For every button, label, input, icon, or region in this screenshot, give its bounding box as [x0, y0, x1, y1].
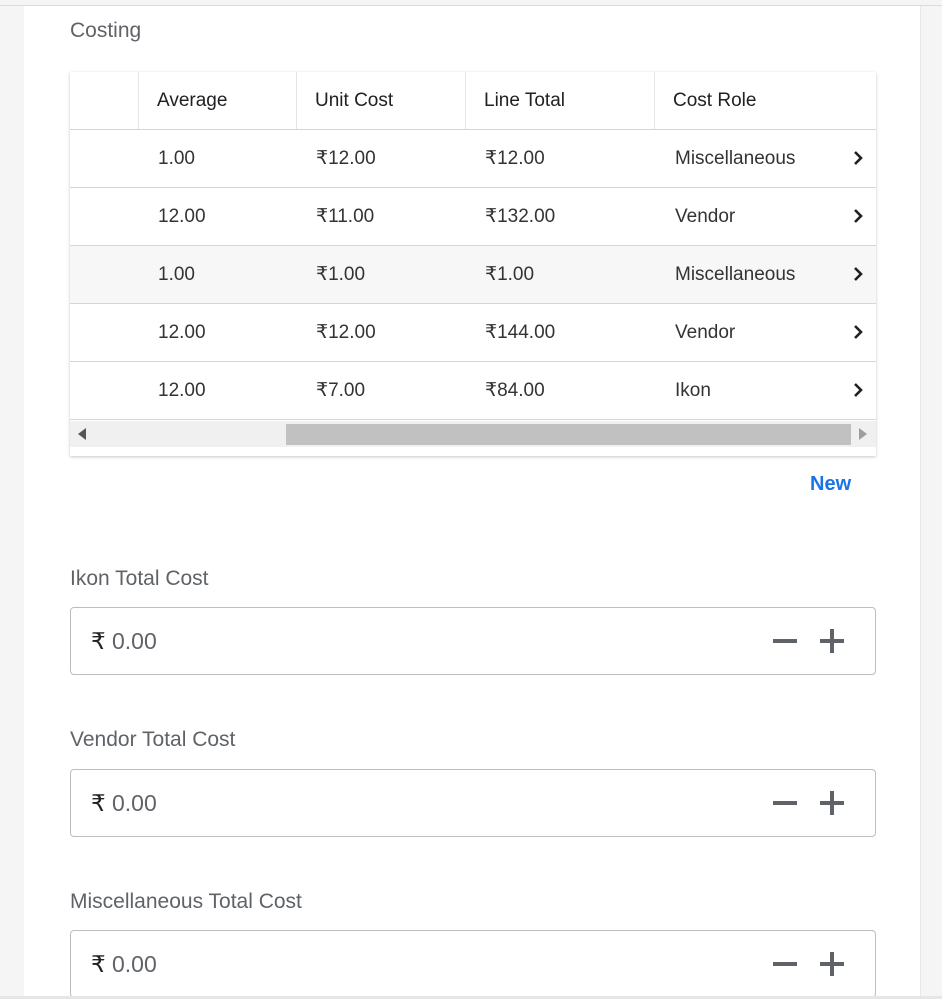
cell-average: 12.00: [158, 206, 206, 227]
scroll-left-arrow-icon[interactable]: [78, 428, 86, 440]
minus-icon[interactable]: [761, 948, 809, 980]
column-divider: [138, 72, 139, 129]
scrollbar-thumb[interactable]: [286, 424, 851, 445]
column-header-unit-cost[interactable]: Unit Cost: [315, 72, 393, 129]
vendor-total-cost-field[interactable]: ₹ 0.00: [70, 769, 876, 837]
plus-icon[interactable]: [811, 625, 853, 657]
cell-cost-role: Ikon: [675, 380, 711, 401]
cell-unit-cost: ₹1.00: [316, 264, 366, 285]
right-divider: [920, 6, 921, 999]
cell-cost-role: Vendor: [675, 322, 736, 343]
ikon-total-cost-field[interactable]: ₹ 0.00: [70, 607, 876, 675]
column-divider: [465, 72, 466, 129]
column-header-average[interactable]: Average: [157, 72, 227, 129]
cell-cost-role: Vendor: [675, 206, 736, 227]
cell-line-total: ₹12.00: [485, 148, 545, 169]
vendor-total-cost-label: Vendor Total Cost: [70, 728, 236, 751]
table-row[interactable]: 1.00 ₹12.00 ₹12.00 Miscellaneous: [70, 130, 876, 188]
ikon-total-cost-label: Ikon Total Cost: [70, 567, 209, 590]
table-row[interactable]: 12.00 ₹11.00 ₹132.00 Vendor: [70, 188, 876, 246]
cell-cost-role: Miscellaneous: [675, 264, 796, 285]
chevron-right-icon[interactable]: [850, 382, 866, 398]
column-header-line-total[interactable]: Line Total: [484, 72, 565, 129]
miscellaneous-total-cost-label: Miscellaneous Total Cost: [70, 890, 302, 913]
costing-table: Average Unit Cost Line Total Cost Role 1…: [70, 72, 876, 456]
cell-unit-cost: ₹12.00: [316, 148, 376, 169]
chevron-right-icon[interactable]: [850, 266, 866, 282]
currency-prefix: ₹: [91, 628, 106, 654]
chevron-right-icon[interactable]: [850, 208, 866, 224]
cell-average: 1.00: [158, 264, 195, 285]
miscellaneous-total-cost-input[interactable]: 0.00: [112, 931, 157, 997]
scroll-right-arrow-icon[interactable]: [859, 428, 867, 440]
currency-prefix: ₹: [91, 951, 106, 977]
minus-icon[interactable]: [761, 787, 809, 819]
section-title: Costing: [70, 19, 142, 42]
chevron-right-icon[interactable]: [850, 150, 866, 166]
cell-unit-cost: ₹11.00: [316, 206, 375, 227]
new-button[interactable]: New: [810, 473, 851, 496]
cell-line-total: ₹144.00: [485, 322, 556, 343]
plus-icon[interactable]: [811, 948, 853, 980]
cell-average: 12.00: [158, 322, 206, 343]
cell-unit-cost: ₹7.00: [316, 380, 366, 401]
cell-cost-role: Miscellaneous: [675, 148, 796, 169]
cell-line-total: ₹1.00: [485, 264, 535, 285]
cell-average: 1.00: [158, 148, 195, 169]
table-header: Average Unit Cost Line Total Cost Role: [70, 72, 876, 130]
column-divider: [654, 72, 655, 129]
miscellaneous-total-cost-field[interactable]: ₹ 0.00: [70, 930, 876, 998]
cell-average: 12.00: [158, 380, 206, 401]
table-row[interactable]: 12.00 ₹7.00 ₹84.00 Ikon: [70, 362, 876, 420]
cell-unit-cost: ₹12.00: [316, 322, 376, 343]
horizontal-scrollbar[interactable]: [70, 421, 876, 447]
table-row[interactable]: 12.00 ₹12.00 ₹144.00 Vendor: [70, 304, 876, 362]
table-row[interactable]: 1.00 ₹1.00 ₹1.00 Miscellaneous: [70, 246, 876, 304]
cell-line-total: ₹84.00: [485, 380, 545, 401]
vendor-total-cost-input[interactable]: 0.00: [112, 770, 157, 836]
ikon-total-cost-input[interactable]: 0.00: [112, 608, 157, 674]
column-divider: [296, 72, 297, 129]
minus-icon[interactable]: [761, 625, 809, 657]
plus-icon[interactable]: [811, 787, 853, 819]
cell-line-total: ₹132.00: [485, 206, 556, 227]
currency-prefix: ₹: [91, 790, 106, 816]
chevron-right-icon[interactable]: [850, 324, 866, 340]
column-header-cost-role[interactable]: Cost Role: [673, 72, 756, 129]
